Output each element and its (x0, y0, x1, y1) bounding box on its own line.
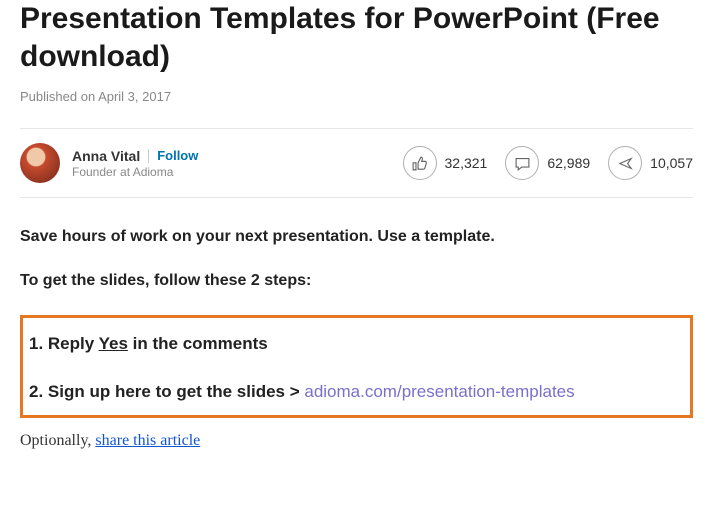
step-2-prefix: 2. Sign up here to get the slides > (29, 382, 304, 401)
step-1-suffix: in the comments (128, 334, 268, 353)
share-article-link[interactable]: share this article (95, 432, 200, 449)
author-name[interactable]: Anna Vital (72, 148, 140, 164)
author-info: Anna Vital Follow Founder at Adioma (72, 148, 403, 179)
shares-count: 10,057 (650, 155, 693, 171)
like-icon[interactable] (403, 146, 437, 180)
comment-icon[interactable] (505, 146, 539, 180)
avatar[interactable] (20, 143, 60, 183)
comments-count: 62,989 (547, 155, 590, 171)
optional-line: Optionally, share this article (20, 432, 693, 450)
shares-stat: 10,057 (608, 146, 693, 180)
intro-line-2: To get the slides, follow these 2 steps: (20, 270, 693, 292)
publish-date: Published on April 3, 2017 (20, 89, 693, 104)
step-1-prefix: 1. Reply (29, 334, 99, 353)
comments-stat: 62,989 (505, 146, 590, 180)
follow-button[interactable]: Follow (157, 148, 198, 163)
step-1-yes: Yes (99, 334, 128, 353)
highlight-box: 1. Reply Yes in the comments 2. Sign up … (20, 315, 693, 419)
author-row: Anna Vital Follow Founder at Adioma 32,3… (20, 128, 693, 198)
stats: 32,321 62,989 10,057 (403, 146, 693, 180)
page-title: Presentation Templates for PowerPoint (F… (20, 0, 693, 75)
share-icon[interactable] (608, 146, 642, 180)
step-2: 2. Sign up here to get the slides > adio… (29, 380, 680, 404)
step-1: 1. Reply Yes in the comments (29, 332, 680, 356)
step-2-link[interactable]: adioma.com/presentation-templates (304, 382, 574, 401)
likes-count: 32,321 (445, 155, 488, 171)
optional-prefix: Optionally, (20, 432, 95, 449)
likes-stat: 32,321 (403, 146, 488, 180)
divider (148, 149, 149, 163)
author-subtitle: Founder at Adioma (72, 165, 403, 179)
intro-line-1: Save hours of work on your next presenta… (20, 226, 693, 248)
